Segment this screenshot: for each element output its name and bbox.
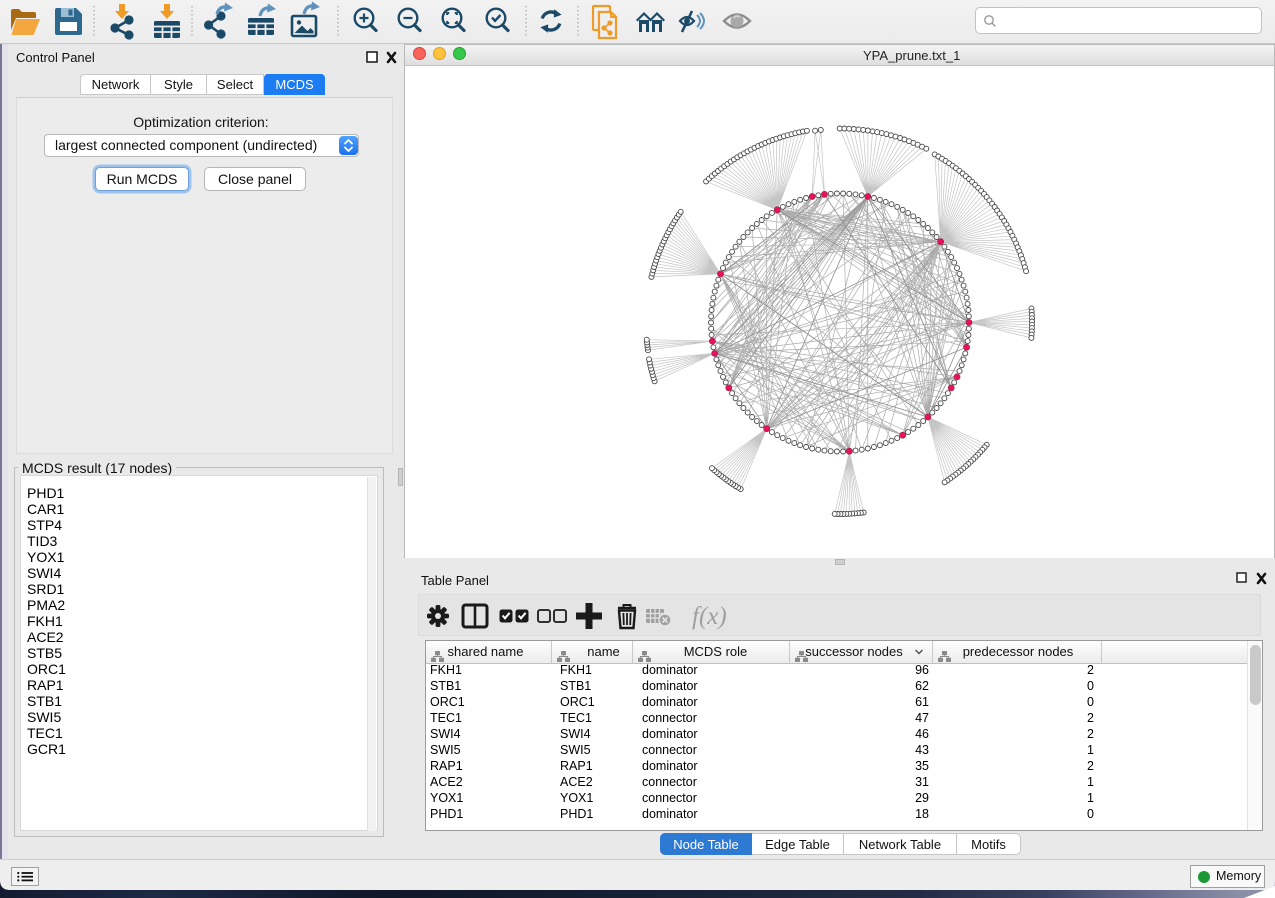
svg-text:f(x): f(x) bbox=[692, 603, 727, 630]
